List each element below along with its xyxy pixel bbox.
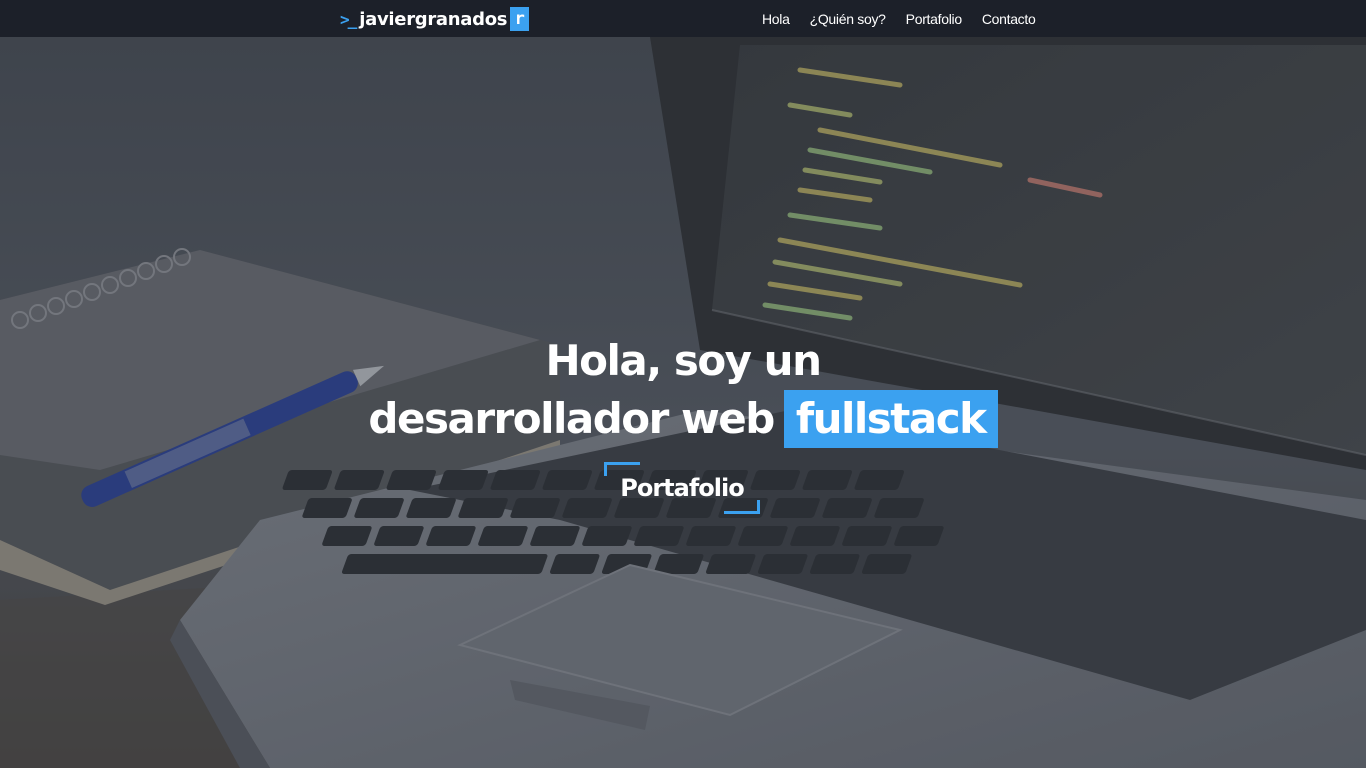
headline-role: desarrollador web xyxy=(368,394,775,443)
portfolio-button[interactable]: Portafolio xyxy=(604,462,760,514)
headline-line-1: Hola, soy un xyxy=(545,336,822,385)
hero-headline: Hola, soy un desarrollador web fullstack xyxy=(0,332,1366,448)
headline-line-2: desarrollador web fullstack xyxy=(0,390,1366,448)
headline-highlight: fullstack xyxy=(783,390,998,448)
nav-link-quien-soy[interactable]: ¿Quién soy? xyxy=(800,11,896,27)
bracket-corner-top-left xyxy=(604,462,640,476)
brand-name: javiergranados xyxy=(359,8,508,30)
bracket-corner-bottom-right xyxy=(724,500,760,514)
terminal-prompt-icon: >_ xyxy=(340,9,357,29)
nav-menu: Hola ¿Quién soy? Portafolio Contacto xyxy=(752,0,1045,37)
nav-link-contacto[interactable]: Contacto xyxy=(972,11,1046,27)
portfolio-button-label: Portafolio xyxy=(620,474,744,502)
nav-link-hola[interactable]: Hola xyxy=(752,11,800,27)
brand-cursor: r xyxy=(510,7,530,31)
navbar: >_ javiergranados r Hola ¿Quién soy? Por… xyxy=(0,0,1366,37)
nav-link-portafolio[interactable]: Portafolio xyxy=(896,11,972,27)
hero-section: Hola, soy un desarrollador web fullstack … xyxy=(0,37,1366,768)
brand-logo[interactable]: >_ javiergranados r xyxy=(340,7,530,31)
